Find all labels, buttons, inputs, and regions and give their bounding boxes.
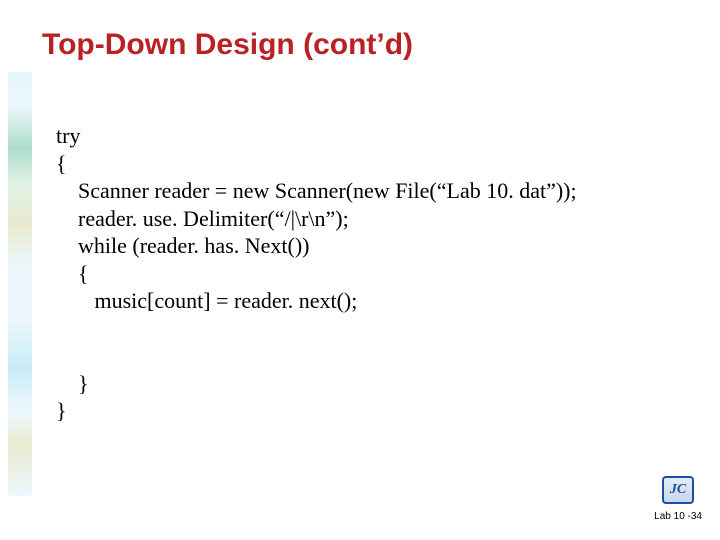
code-line: while (reader. has. Next()): [56, 233, 310, 258]
code-line: music[count] = reader. next();: [56, 288, 357, 313]
code-line: }: [56, 398, 67, 423]
code-line: {: [56, 261, 89, 286]
footer-label: Lab 10 -34: [654, 511, 702, 522]
code-line: reader. use. Delimiter(“/|\r\n”);: [56, 206, 349, 231]
slide: Top-Down Design (cont’d) try { Scanner r…: [0, 0, 720, 540]
code-line: }: [56, 371, 89, 396]
side-decoration: [8, 72, 32, 496]
footer-logo-text: JC: [670, 482, 686, 498]
code-line: {: [56, 151, 67, 176]
code-line: try: [56, 123, 80, 148]
code-block: try { Scanner reader = new Scanner(new F…: [56, 122, 577, 425]
footer-logo: JC: [662, 476, 694, 504]
code-line: Scanner reader = new Scanner(new File(“L…: [56, 178, 577, 203]
slide-title: Top-Down Design (cont’d): [42, 28, 413, 62]
